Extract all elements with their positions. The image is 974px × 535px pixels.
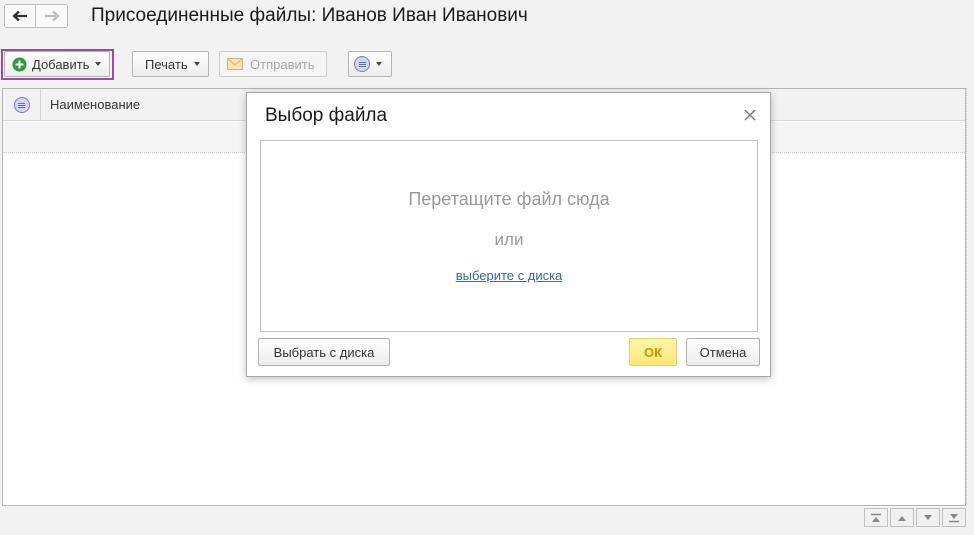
back-button[interactable]	[4, 4, 36, 28]
print-button-label: Печать	[145, 56, 188, 72]
print-button[interactable]: Печать	[132, 51, 209, 77]
close-button[interactable]	[742, 107, 758, 123]
chevron-down-icon	[376, 62, 382, 66]
double-chevron-up-icon	[871, 513, 881, 522]
send-button[interactable]: Отправить	[219, 51, 327, 77]
drop-zone-or: или	[494, 230, 524, 249]
form-title: Присоединенные файлы: Иванов Иван Иванов…	[91, 5, 528, 26]
add-button[interactable]: Добавить	[4, 51, 110, 77]
send-button-label: Отправить	[250, 56, 315, 72]
choose-from-disk-link[interactable]: выберите с диска	[456, 268, 563, 283]
list-circle-icon	[354, 56, 370, 72]
column-header-name[interactable]: Наименование	[50, 97, 140, 112]
column-icon-header[interactable]	[3, 89, 41, 121]
cancel-button[interactable]: Отмена	[686, 338, 760, 366]
close-icon	[744, 109, 756, 121]
double-chevron-down-icon	[949, 513, 959, 522]
scroll-down-button[interactable]	[916, 508, 940, 527]
add-circle-icon	[12, 57, 27, 71]
scroll-up-button[interactable]	[890, 508, 914, 527]
choose-from-disk-button[interactable]: Выбрать с диска	[258, 338, 390, 366]
drop-zone-text: Перетащите файл сюда	[408, 189, 610, 209]
chevron-down-icon	[95, 62, 102, 66]
chevron-down-icon	[924, 514, 932, 520]
file-select-dialog: Выбор файла Перетащите файл сюда или выб…	[246, 92, 771, 377]
vertical-scrollbar[interactable]	[966, 88, 972, 506]
scroll-first-button[interactable]	[864, 508, 888, 527]
forward-button[interactable]	[36, 4, 68, 28]
file-drop-zone[interactable]: Перетащите файл сюда или выберите с диск…	[260, 140, 758, 332]
arrow-right-icon	[44, 10, 60, 22]
more-actions-button[interactable]	[348, 51, 392, 77]
chevron-up-icon	[898, 515, 906, 521]
arrow-left-icon	[12, 10, 27, 22]
chevron-down-icon	[193, 62, 200, 66]
add-button-label: Добавить	[32, 56, 90, 72]
ok-button[interactable]: ОК	[629, 338, 677, 366]
dialog-title: Выбор файла	[265, 105, 388, 126]
list-circle-icon	[13, 97, 30, 113]
envelope-icon	[227, 58, 243, 70]
scroll-last-button[interactable]	[942, 508, 966, 527]
